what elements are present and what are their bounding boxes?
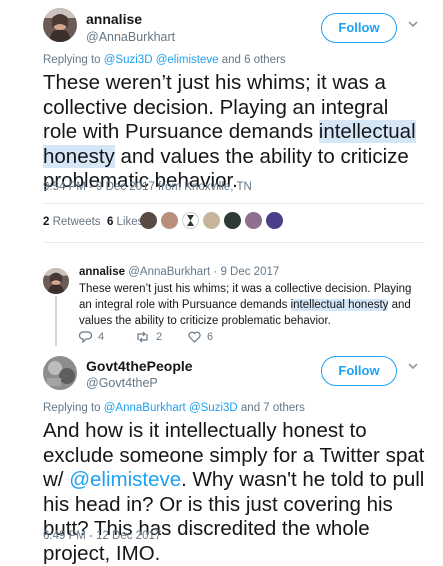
retweet-count: 2	[156, 331, 163, 343]
avatar[interactable]	[266, 212, 283, 229]
timestamp[interactable]: 9:54 PM - 9 Dec 2017 from Knoxville, TN	[43, 181, 252, 193]
timestamp[interactable]: 6:49 PM - 12 Dec 2017	[43, 530, 161, 542]
author-handle[interactable]: @AnnaBurkhart · 9 Dec 2017	[128, 266, 279, 278]
avatar[interactable]	[224, 212, 241, 229]
reply-mention-link[interactable]: @Suzi3D	[189, 402, 238, 414]
avatar[interactable]	[161, 212, 178, 229]
mention-link[interactable]: @elimisteve	[69, 468, 181, 491]
quoted-header: annalise @AnnaBurkhart · 9 Dec 2017	[79, 266, 279, 278]
thread-line	[55, 296, 57, 346]
avatar[interactable]	[43, 8, 77, 42]
reply-mention-link[interactable]: @elimisteve	[156, 54, 219, 66]
like-count: 6	[207, 331, 214, 343]
author-name[interactable]: annalise	[79, 266, 125, 278]
tweet-text: And how is it intellectually honest to e…	[43, 419, 425, 565]
avatar[interactable]	[182, 212, 199, 229]
divider	[43, 242, 425, 243]
engagement-stats: 2 Retweets 6 Likes	[43, 216, 143, 228]
retweet-icon	[137, 331, 148, 343]
divider	[43, 203, 425, 204]
reply-action[interactable]: 4	[79, 331, 104, 343]
heart-icon	[188, 331, 201, 343]
reply-icon	[79, 331, 92, 343]
follow-button[interactable]: Follow	[321, 356, 397, 386]
chevron-down-icon[interactable]	[407, 18, 419, 32]
likes-count[interactable]: 6	[107, 216, 113, 228]
avatar[interactable]	[43, 268, 69, 294]
chevron-down-icon[interactable]	[407, 360, 419, 374]
highlighted-phrase: intellectual honesty	[290, 299, 389, 311]
reply-mention-link[interactable]: @AnnaBurkhart	[104, 402, 186, 414]
reply-mention-link[interactable]: @Suzi3D	[104, 54, 153, 66]
tweet-text: These weren’t just his whims; it was a c…	[43, 71, 416, 192]
author-handle[interactable]: @Govt4theP	[86, 376, 158, 390]
reply-others-link[interactable]: and 6 others	[222, 54, 286, 66]
reply-count: 4	[98, 331, 105, 343]
replying-to: Replying to @Suzi3D @elimisteve and 6 ot…	[43, 54, 286, 66]
avatar[interactable]	[140, 212, 157, 229]
avatar[interactable]	[43, 356, 77, 390]
liker-avatars	[140, 212, 283, 229]
retweet-action[interactable]: 2	[135, 331, 162, 343]
reply-others-link[interactable]: and 7 others	[241, 402, 305, 414]
avatar[interactable]	[203, 212, 220, 229]
like-action[interactable]: 6	[188, 331, 213, 343]
retweets-count[interactable]: 2	[43, 216, 49, 228]
author-handle[interactable]: @AnnaBurkhart	[86, 30, 175, 44]
author-name[interactable]: Govt4thePeople	[86, 358, 193, 374]
retweets-label[interactable]: Retweets	[53, 216, 101, 228]
tweet-text: These weren’t just his whims; it was a c…	[79, 283, 412, 327]
follow-button[interactable]: Follow	[321, 13, 397, 43]
avatar[interactable]	[245, 212, 262, 229]
author-name[interactable]: annalise	[86, 11, 142, 27]
replying-to: Replying to @AnnaBurkhart @Suzi3D and 7 …	[43, 402, 305, 414]
